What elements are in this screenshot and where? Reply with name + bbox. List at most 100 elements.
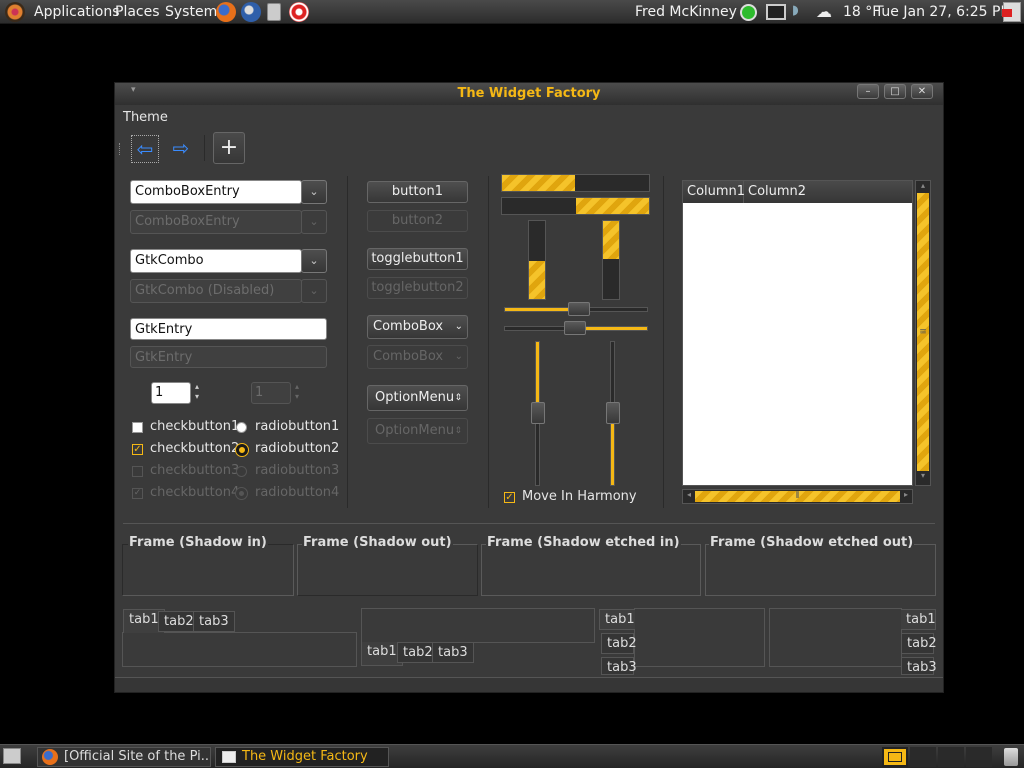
taskbar-widget-factory-label: The Widget Factory	[242, 749, 368, 764]
show-desktop-icon[interactable]	[3, 748, 21, 764]
option-menu[interactable]: OptionMenu ⇕	[367, 385, 468, 411]
display-icon[interactable]	[766, 4, 786, 20]
system-menu[interactable]: System	[165, 4, 217, 20]
network-icon[interactable]	[740, 4, 757, 21]
combobox[interactable]: ComboBox ⌄	[367, 315, 468, 339]
tree-view[interactable]: Column1 Column2	[682, 180, 913, 486]
weather-icon[interactable]: ☁	[816, 2, 840, 22]
spin-button[interactable]: 1	[151, 382, 191, 404]
spin-arrows-disabled-icon: ▴ ▾	[294, 382, 299, 401]
combobox-entry-dropdown[interactable]: ⌄	[301, 180, 327, 204]
vscale-1-handle[interactable]	[531, 402, 545, 424]
combobox-label: ComboBox	[373, 319, 444, 334]
button1[interactable]: button1	[367, 181, 468, 203]
checkbutton2-box[interactable]: ✓	[132, 444, 143, 455]
close-button[interactable]: ✕	[911, 84, 933, 99]
radiobutton1-dot[interactable]	[236, 422, 247, 433]
logout-icon[interactable]	[1002, 2, 1021, 22]
notebook-top-tab3[interactable]: tab3	[193, 611, 235, 632]
vertical-scroll-thumb[interactable]: ≡	[917, 193, 929, 471]
volume-icon[interactable]: ◗	[792, 3, 806, 21]
radiobutton3-dot	[236, 466, 247, 477]
title-bar[interactable]: ▾ The Widget Factory – □ ✕	[115, 83, 943, 105]
notebook-right-tab1[interactable]: tab1	[901, 609, 936, 630]
togglebutton2: togglebutton2	[367, 277, 468, 299]
notebook-top-pane	[122, 632, 357, 667]
progress-bar-h2	[501, 197, 650, 215]
spin-arrows-icon[interactable]: ▴ ▾	[191, 382, 203, 404]
notebook-left-tab3[interactable]: tab3	[601, 657, 637, 675]
gtk-entry[interactable]: GtkEntry	[130, 318, 327, 340]
column-separator-2	[488, 176, 489, 508]
workspace-3[interactable]	[938, 747, 964, 767]
scroll-up-icon[interactable]: ▴	[916, 181, 930, 193]
places-menu[interactable]: Places	[115, 4, 160, 20]
scroll-right-icon[interactable]: ▸	[900, 490, 912, 503]
firefox-icon	[42, 749, 58, 765]
notebook-left-tab2[interactable]: tab2	[601, 633, 637, 654]
combobox-entry[interactable]: ComboBoxEntry	[130, 180, 302, 204]
help-icon[interactable]	[289, 2, 309, 22]
taskbar-firefox[interactable]: [Official Site of the Pi...	[37, 747, 211, 767]
notebook-right-tab3[interactable]: tab3	[901, 657, 937, 675]
horizontal-scrollbar[interactable]: ◂ ⦀ ▸	[682, 489, 913, 504]
togglebutton1[interactable]: togglebutton1	[367, 248, 468, 270]
theme-menu[interactable]: Theme	[123, 110, 168, 125]
radiobutton2-dot[interactable]	[236, 444, 248, 456]
ubuntu-logo-icon[interactable]	[5, 2, 25, 22]
hscale-1-handle[interactable]	[568, 302, 590, 316]
scroll-left-icon[interactable]: ◂	[683, 490, 695, 503]
taskbar-firefox-label: [Official Site of the Pi...	[64, 749, 211, 764]
option-menu-disabled-label: OptionMenu	[375, 423, 455, 438]
applications-menu[interactable]: Applications	[34, 4, 120, 20]
taskbar-widget-factory[interactable]: The Widget Factory	[215, 747, 389, 767]
minimize-button[interactable]: –	[857, 84, 879, 99]
notebook-bottom-tab3[interactable]: tab3	[432, 642, 474, 663]
combobox-entry-disabled: ComboBoxEntry	[130, 210, 302, 234]
option-menu-label: OptionMenu	[375, 390, 455, 405]
radiobutton1-label[interactable]: radiobutton1	[255, 419, 339, 434]
vscale-2-handle[interactable]	[606, 402, 620, 424]
radiobutton2-label[interactable]: radiobutton2	[255, 441, 339, 456]
frame-shadow-etched-in-label: Frame (Shadow etched in)	[486, 535, 681, 550]
workspace-icon[interactable]	[882, 747, 908, 767]
column1-header[interactable]: Column1	[683, 181, 745, 203]
checkbutton3-box	[132, 466, 143, 477]
back-arrow-icon[interactable]: ⇦	[131, 135, 159, 163]
notebook-left-tab1[interactable]: tab1	[599, 609, 635, 630]
chevron-down-icon: ⌄	[454, 321, 463, 332]
vertical-scrollbar[interactable]: ▴ ≡ ▾	[915, 180, 931, 486]
checkbutton1-box[interactable]	[132, 422, 143, 433]
top-panel: Applications Places System Fred McKinney…	[0, 0, 1024, 24]
hscale-2-handle[interactable]	[564, 321, 586, 335]
gtkcombo-dropdown[interactable]: ⌄	[301, 249, 327, 273]
tree-header: Column1 Column2	[683, 181, 912, 203]
notebook-right-tab2[interactable]: tab2	[901, 633, 937, 654]
workspace-2[interactable]	[910, 747, 936, 767]
progress-fill-v2	[603, 221, 619, 259]
thunderbird-icon[interactable]	[241, 2, 261, 22]
checkbutton2-label[interactable]: checkbutton2	[150, 441, 239, 456]
maximize-button[interactable]: □	[884, 84, 906, 99]
firefox-icon[interactable]	[216, 2, 236, 22]
gtkcombo-entry[interactable]: GtkCombo	[130, 249, 302, 273]
forward-arrow-icon[interactable]: ⇨	[167, 135, 195, 163]
move-in-harmony-box[interactable]: ✓	[504, 492, 515, 503]
user-name[interactable]: Fred McKinney	[635, 4, 737, 20]
column2-header[interactable]: Column2	[744, 181, 912, 203]
scroll-down-icon[interactable]: ▾	[916, 471, 930, 483]
workspace-4[interactable]	[966, 747, 992, 767]
move-in-harmony-label[interactable]: Move In Harmony	[522, 489, 637, 504]
toolbar-grip[interactable]	[119, 143, 122, 155]
radiobutton3-label: radiobutton3	[255, 463, 340, 478]
checkbutton3-label: checkbutton3	[150, 463, 240, 478]
notes-icon[interactable]	[267, 3, 281, 21]
checkbutton1-label[interactable]: checkbutton1	[150, 419, 239, 434]
frame-shadow-etched-out-label: Frame (Shadow etched out)	[709, 535, 915, 550]
updown-icon: ⇕	[454, 426, 462, 436]
trash-icon[interactable]	[1004, 748, 1018, 766]
horizontal-scroll-thumb[interactable]: ⦀	[695, 491, 900, 502]
add-icon[interactable]: +	[213, 132, 245, 164]
clock[interactable]: Tue Jan 27, 6:25 PM	[875, 4, 1013, 20]
notebook-bottom-pane	[361, 608, 595, 643]
